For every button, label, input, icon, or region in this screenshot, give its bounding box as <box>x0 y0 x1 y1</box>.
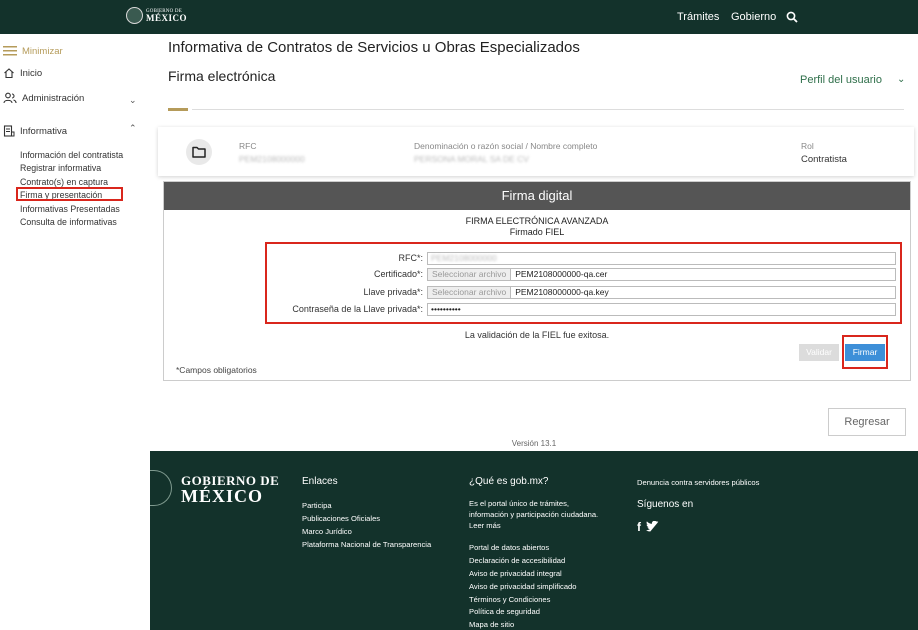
subitem-registrar-informativa[interactable]: Registrar informativa <box>20 163 101 173</box>
chevron-down-icon[interactable]: ⌄ <box>129 95 137 106</box>
sidebar-item-label: Inicio <box>20 67 43 79</box>
footer-link-participa[interactable]: Participa <box>302 501 332 510</box>
sidebar-item-informativa[interactable]: Informativa <box>3 125 67 137</box>
validate-button[interactable]: Validar <box>799 344 839 361</box>
footer-link[interactable]: Términos y Condiciones <box>469 595 550 604</box>
social-links: f <box>637 520 659 534</box>
contractor-card <box>158 127 914 176</box>
folder-icon <box>192 146 206 158</box>
gob-logo[interactable]: GOBIERNO DE MÉXICO <box>126 7 187 24</box>
logo-big-text: MÉXICO <box>146 12 187 23</box>
rfc-input[interactable]: PEM2108000000 <box>427 252 896 265</box>
footer-link[interactable]: Mapa de sitio <box>469 620 514 629</box>
chevron-up-icon[interactable]: ⌃ <box>129 123 137 134</box>
role-value: Contratista <box>801 154 847 165</box>
subitem-consulta-informativas[interactable]: Consulta de informativas <box>20 217 117 227</box>
sidebar-item-inicio[interactable]: Inicio <box>3 67 42 79</box>
page-title: Informativa de Contratos de Servicios u … <box>168 39 580 56</box>
document-icon <box>3 125 15 137</box>
firma-line2: Firmado FIEL <box>509 227 565 237</box>
subitem-informativas-presentadas[interactable]: Informativas Presentadas <box>20 204 120 214</box>
minimize-toggle[interactable]: Minimizar <box>3 45 63 57</box>
rfc-field-label: RFC*: <box>398 253 424 263</box>
footer-que-es-title: ¿Qué es gob.mx? <box>469 476 549 487</box>
back-button[interactable]: Regresar <box>828 408 906 436</box>
search-icon[interactable] <box>786 11 798 23</box>
divider <box>192 109 904 110</box>
footer-link-marco[interactable]: Marco Jurídico <box>302 527 352 536</box>
sidebar-item-label: Informativa <box>20 125 67 137</box>
seal-icon <box>150 470 172 506</box>
footer-link[interactable]: Declaración de accesibilidad <box>469 556 565 565</box>
folder-icon-wrap <box>186 139 212 165</box>
footer-desc: Es el portal único de trámites, <box>469 499 570 508</box>
home-icon <box>4 68 14 79</box>
users-icon <box>3 92 17 104</box>
minimize-label: Minimizar <box>22 45 63 57</box>
divider-accent <box>168 108 188 111</box>
password-field-label: Contraseña de la Llave privada*: <box>292 304 423 314</box>
version-label: Versión 13.1 <box>511 439 557 448</box>
rfc-label: RFC <box>239 141 257 151</box>
rfc-value: PEM2108000000 <box>239 154 305 164</box>
footer-link[interactable]: Aviso de privacidad integral <box>469 569 562 578</box>
password-input[interactable]: •••••••••• <box>427 303 896 316</box>
role-label: Rol <box>801 141 814 151</box>
firma-line1: FIRMA ELECTRÓNICA AVANZADA <box>465 216 609 226</box>
select-file-button[interactable]: Seleccionar archivo <box>428 287 512 298</box>
top-bar: GOBIERNO DE MÉXICO Trámites Gobierno <box>0 0 918 34</box>
nav-tramites[interactable]: Trámites <box>677 11 719 23</box>
required-note: *Campos obligatorios <box>176 365 257 375</box>
name-label: Denominación o razón social / Nombre com… <box>414 141 598 151</box>
seal-icon <box>126 7 143 24</box>
sign-button[interactable]: Firmar <box>845 344 885 361</box>
twitter-icon[interactable] <box>646 520 659 532</box>
nav-gobierno[interactable]: Gobierno <box>731 11 776 23</box>
chevron-down-icon[interactable]: ⌄ <box>897 74 905 85</box>
footer-read-more[interactable]: Leer más <box>469 521 501 530</box>
footer-link[interactable]: Portal de datos abiertos <box>469 543 549 552</box>
key-file-input[interactable]: Seleccionar archivo PEM2108000000-qa.key <box>427 286 896 299</box>
footer-denuncia[interactable]: Denuncia contra servidores públicos <box>637 478 759 487</box>
facebook-icon[interactable]: f <box>637 520 641 534</box>
subitem-contratos-captura[interactable]: Contrato(s) en captura <box>20 177 108 187</box>
profile-menu[interactable]: Perfil del usuario <box>800 74 882 86</box>
name-value: PERSONA MORAL SA DE CV <box>414 154 529 164</box>
cert-file-input[interactable]: Seleccionar archivo PEM2108000000-qa.cer <box>427 268 896 281</box>
footer-siguenos: Síguenos en <box>637 499 694 510</box>
page-subtitle: Firma electrónica <box>168 68 276 84</box>
sidebar-item-administracion[interactable]: Administración <box>3 92 84 104</box>
footer-link-publicaciones[interactable]: Publicaciones Oficiales <box>302 514 380 523</box>
firma-header: Firma digital <box>164 182 910 210</box>
footer-enlaces-title: Enlaces <box>302 476 338 487</box>
footer-link[interactable]: Aviso de privacidad simplificado <box>469 582 577 591</box>
sidebar <box>0 34 150 630</box>
validation-message: La validación de la FIEL fue exitosa. <box>464 330 610 340</box>
select-file-button[interactable]: Seleccionar archivo <box>428 269 512 280</box>
hamburger-icon <box>3 46 17 56</box>
footer-link-transparencia[interactable]: Plataforma Nacional de Transparencia <box>302 540 431 549</box>
key-field-label: Llave privada*: <box>363 287 423 297</box>
key-filename: PEM2108000000-qa.key <box>515 287 609 297</box>
subitem-informacion-contratista[interactable]: Información del contratista <box>20 150 123 160</box>
footer-desc: información y participación ciudadana. <box>469 510 599 519</box>
footer-logo-line2[interactable]: MÉXICO <box>181 486 263 507</box>
sidebar-item-label: Administración <box>22 92 85 104</box>
cert-field-label: Certificado*: <box>373 269 423 279</box>
highlight-box <box>16 187 123 201</box>
cert-filename: PEM2108000000-qa.cer <box>515 269 608 279</box>
footer-link[interactable]: Política de seguridad <box>469 607 540 616</box>
